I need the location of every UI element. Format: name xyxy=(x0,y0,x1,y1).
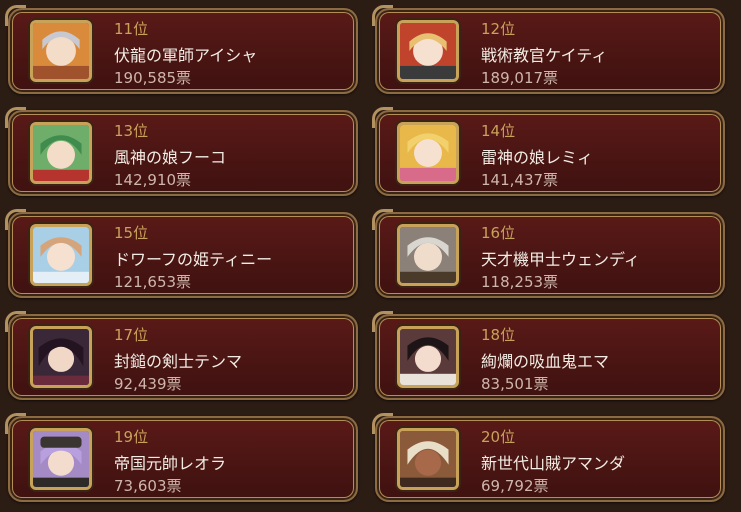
character-portrait-icon xyxy=(397,122,459,184)
character-name: 帝国元帥レオラ xyxy=(114,454,227,473)
vote-count: 121,653票 xyxy=(114,273,192,291)
rank-label: 11位 xyxy=(114,20,149,38)
character-name: 天才機甲士ウェンディ xyxy=(481,250,640,269)
ranking-card[interactable]: 13位 風神の娘フーコ 142,910票 xyxy=(5,107,358,196)
rank-label: 13位 xyxy=(114,122,149,140)
rank-label: 20位 xyxy=(481,428,516,446)
character-name: 封鎚の剣士テンマ xyxy=(114,352,243,371)
rank-label: 18位 xyxy=(481,326,516,344)
character-portrait-icon xyxy=(30,326,92,388)
rank-label: 16位 xyxy=(481,224,516,242)
character-name: ドワーフの姫ティニー xyxy=(114,250,273,269)
character-portrait-icon xyxy=(30,224,92,286)
vote-count: 83,501票 xyxy=(481,375,549,393)
rank-label: 14位 xyxy=(481,122,516,140)
character-portrait-icon xyxy=(397,326,459,388)
ranking-grid: 11位 伏龍の軍師アイシャ 190,585票 12位 戦術教官ケイティ 189,… xyxy=(0,0,741,512)
vote-count: 118,253票 xyxy=(481,273,559,291)
character-name: 雷神の娘レミィ xyxy=(481,148,594,167)
rank-label: 12位 xyxy=(481,20,516,38)
character-portrait-icon xyxy=(30,428,92,490)
rank-label: 17位 xyxy=(114,326,149,344)
vote-count: 142,910票 xyxy=(114,171,192,189)
vote-count: 189,017票 xyxy=(481,69,559,87)
ranking-card[interactable]: 18位 絢爛の吸血鬼エマ 83,501票 xyxy=(372,311,725,400)
ranking-card[interactable]: 11位 伏龍の軍師アイシャ 190,585票 xyxy=(5,5,358,94)
ranking-card[interactable]: 14位 雷神の娘レミィ 141,437票 xyxy=(372,107,725,196)
character-name: 風神の娘フーコ xyxy=(114,148,227,167)
character-name: 新世代山賊アマンダ xyxy=(481,454,626,473)
ranking-card[interactable]: 12位 戦術教官ケイティ 189,017票 xyxy=(372,5,725,94)
vote-count: 73,603票 xyxy=(114,477,182,495)
character-name: 絢爛の吸血鬼エマ xyxy=(481,352,610,371)
vote-count: 141,437票 xyxy=(481,171,559,189)
rank-label: 15位 xyxy=(114,224,149,242)
character-name: 戦術教官ケイティ xyxy=(481,46,608,65)
character-portrait-icon xyxy=(30,20,92,82)
character-portrait-icon xyxy=(397,20,459,82)
character-name: 伏龍の軍師アイシャ xyxy=(114,46,258,65)
character-portrait-icon xyxy=(397,224,459,286)
ranking-card[interactable]: 15位 ドワーフの姫ティニー 121,653票 xyxy=(5,209,358,298)
ranking-card[interactable]: 19位 帝国元帥レオラ 73,603票 xyxy=(5,413,358,502)
vote-count: 69,792票 xyxy=(481,477,549,495)
character-portrait-icon xyxy=(397,428,459,490)
vote-count: 190,585票 xyxy=(114,69,192,87)
rank-label: 19位 xyxy=(114,428,149,446)
ranking-card[interactable]: 20位 新世代山賊アマンダ 69,792票 xyxy=(372,413,725,502)
vote-count: 92,439票 xyxy=(114,375,182,393)
ranking-card[interactable]: 17位 封鎚の剣士テンマ 92,439票 xyxy=(5,311,358,400)
character-portrait-icon xyxy=(30,122,92,184)
ranking-card[interactable]: 16位 天才機甲士ウェンディ 118,253票 xyxy=(372,209,725,298)
